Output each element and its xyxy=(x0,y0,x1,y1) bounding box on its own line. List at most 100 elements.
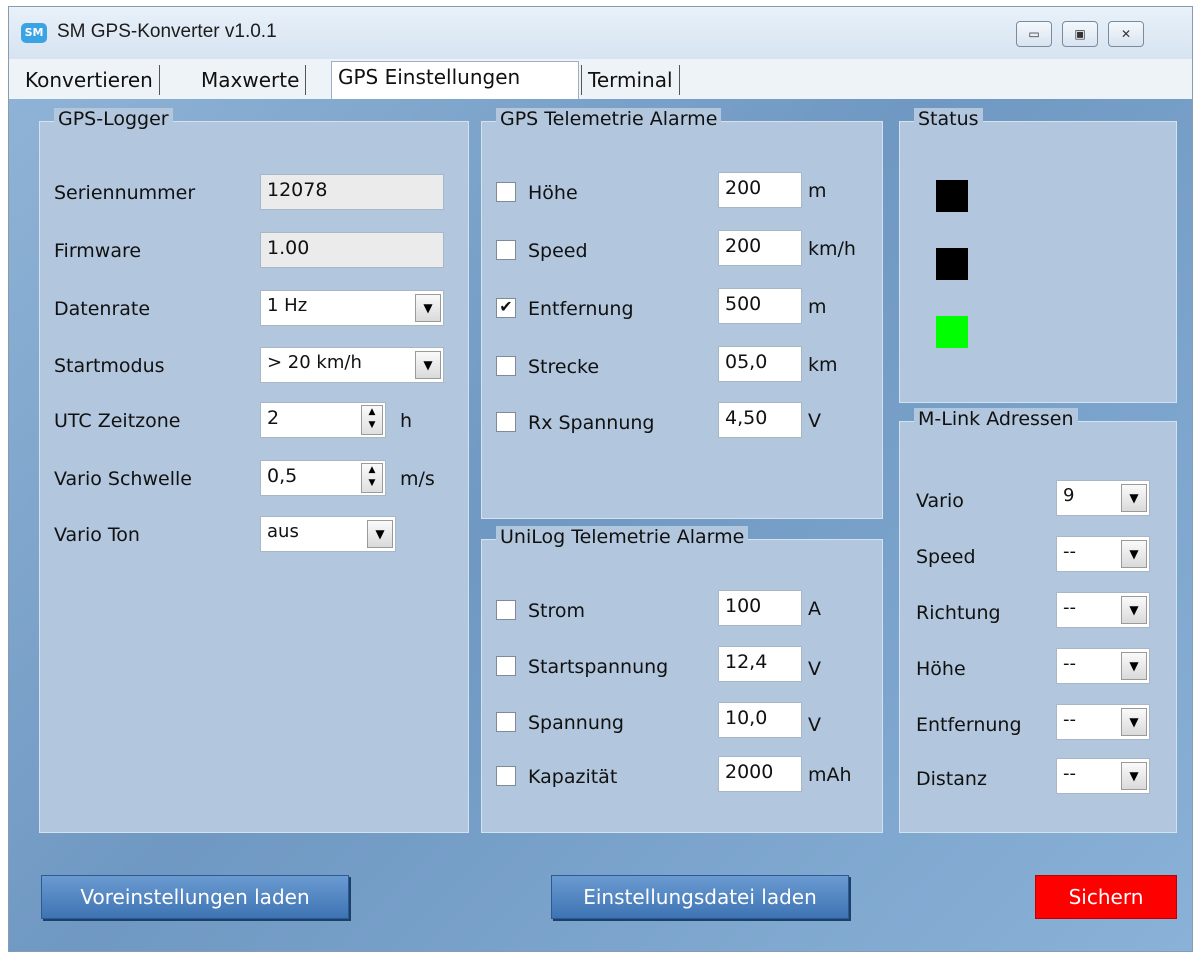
save-button[interactable]: Sichern xyxy=(1035,875,1177,919)
ton-value: aus xyxy=(267,521,299,542)
strom-input[interactable]: 100 xyxy=(718,590,802,626)
spannung-label: Spannung xyxy=(528,712,624,734)
gps-logger-title: GPS-Logger xyxy=(54,108,173,130)
hoehe-label: Höhe xyxy=(528,182,578,204)
startspannung-input[interactable]: 12,4 xyxy=(718,646,802,682)
mlink-vario-value: 9 xyxy=(1063,485,1075,506)
firmware-field: 1.00 xyxy=(260,232,444,268)
mlink-richtung-select[interactable]: -- ▼ xyxy=(1056,592,1150,628)
mlink-richtung-label: Richtung xyxy=(916,602,1001,624)
utc-label: UTC Zeitzone xyxy=(54,410,181,432)
entfernung-label: Entfernung xyxy=(528,298,634,320)
rx-spannung-input[interactable]: 4,50 xyxy=(718,402,802,438)
spinner-arrows-icon[interactable]: ▲ ▼ xyxy=(361,463,383,493)
mlink-speed-label: Speed xyxy=(916,546,976,568)
chevron-down-icon[interactable]: ▼ xyxy=(367,520,393,548)
entfernung-unit: m xyxy=(808,296,827,318)
spannung-checkbox[interactable] xyxy=(496,712,516,732)
spannung-input[interactable]: 10,0 xyxy=(718,702,802,738)
datenrate-label: Datenrate xyxy=(54,298,151,320)
minimize-button[interactable]: ▭ xyxy=(1016,21,1052,47)
tab-terminal[interactable]: Terminal xyxy=(581,65,680,95)
chevron-down-icon[interactable]: ▼ xyxy=(1121,596,1147,624)
chevron-down-icon[interactable]: ▼ xyxy=(1121,652,1147,680)
vario-stepper[interactable]: 0,5 ▲ ▼ xyxy=(260,460,386,496)
hoehe-checkbox[interactable] xyxy=(496,182,516,202)
maximize-button[interactable]: ▣ xyxy=(1062,21,1098,47)
startmodus-select[interactable]: > 20 km/h ▼ xyxy=(260,347,444,383)
firmware-label: Firmware xyxy=(54,240,142,262)
mlink-speed-value: -- xyxy=(1063,541,1076,562)
vario-value: 0,5 xyxy=(267,465,298,487)
gps-alarm-title: GPS Telemetrie Alarme xyxy=(496,108,722,130)
tab-konvertieren[interactable]: Konvertieren xyxy=(19,65,160,95)
mlink-entfernung-label: Entfernung xyxy=(916,714,1022,736)
gps-logger-group: GPS-Logger Seriennummer 12078 Firmware 1… xyxy=(39,108,469,833)
chevron-down-icon[interactable]: ▼ xyxy=(1121,484,1147,512)
entfernung-input[interactable]: 500 xyxy=(718,288,802,324)
rx-spannung-checkbox[interactable] xyxy=(496,412,516,432)
strecke-input[interactable]: 05,0 xyxy=(718,346,802,382)
ton-select[interactable]: aus ▼ xyxy=(260,516,396,552)
mlink-vario-select[interactable]: 9 ▼ xyxy=(1056,480,1150,516)
tab-maxwerte[interactable]: Maxwerte xyxy=(195,65,307,95)
mlink-distanz-select[interactable]: -- ▼ xyxy=(1056,758,1150,794)
vario-label: Vario Schwelle xyxy=(54,468,192,490)
status-indicator-3 xyxy=(936,316,968,348)
close-button[interactable]: ✕ xyxy=(1108,21,1144,47)
unilog-alarm-title: UniLog Telemetrie Alarme xyxy=(496,526,749,548)
hoehe-input[interactable]: 200 xyxy=(718,172,802,208)
chevron-down-icon[interactable]: ▼ xyxy=(1121,540,1147,568)
utc-stepper[interactable]: 2 ▲ ▼ xyxy=(260,402,386,438)
status-group: Status xyxy=(899,108,1177,403)
window-title: SM GPS-Konverter v1.0.1 xyxy=(57,21,277,42)
app-logo-icon: SM xyxy=(21,23,47,43)
strom-checkbox[interactable] xyxy=(496,600,516,620)
spannung-unit: V xyxy=(808,714,821,736)
mlink-entfernung-value: -- xyxy=(1063,709,1076,730)
datenrate-select[interactable]: 1 Hz ▼ xyxy=(260,290,444,326)
kapazitaet-unit: mAh xyxy=(808,764,852,786)
load-presets-button[interactable]: Voreinstellungen laden xyxy=(41,875,349,919)
mlink-hoehe-value: -- xyxy=(1063,653,1076,674)
mlink-title: M-Link Adressen xyxy=(914,408,1078,430)
kapazitaet-checkbox[interactable] xyxy=(496,766,516,786)
startspannung-checkbox[interactable] xyxy=(496,656,516,676)
speed-label: Speed xyxy=(528,240,588,262)
rx-spannung-unit: V xyxy=(808,410,821,432)
mlink-entfernung-select[interactable]: -- ▼ xyxy=(1056,704,1150,740)
chevron-down-icon[interactable]: ▼ xyxy=(415,294,441,322)
utc-value: 2 xyxy=(267,407,280,429)
entfernung-checkbox[interactable]: ✔ xyxy=(496,298,516,318)
chevron-down-icon[interactable]: ▼ xyxy=(1121,708,1147,736)
hoehe-unit: m xyxy=(808,180,827,202)
status-indicator-2 xyxy=(936,248,968,280)
startspannung-label: Startspannung xyxy=(528,656,669,678)
mlink-richtung-value: -- xyxy=(1063,597,1076,618)
rx-spannung-label: Rx Spannung xyxy=(528,412,655,434)
chevron-down-icon[interactable]: ▼ xyxy=(415,351,441,379)
startmodus-value: > 20 km/h xyxy=(267,352,362,373)
kapazitaet-input[interactable]: 2000 xyxy=(718,756,802,792)
status-indicator-1 xyxy=(936,180,968,212)
ton-label: Vario Ton xyxy=(54,524,140,546)
strom-label: Strom xyxy=(528,600,586,622)
kapazitaet-label: Kapazität xyxy=(528,766,618,788)
startspannung-unit: V xyxy=(808,658,821,680)
mlink-speed-select[interactable]: -- ▼ xyxy=(1056,536,1150,572)
chevron-down-icon[interactable]: ▼ xyxy=(1121,762,1147,790)
speed-unit: km/h xyxy=(808,238,856,260)
speed-checkbox[interactable] xyxy=(496,240,516,260)
tab-bar: Konvertieren Maxwerte GPS Einstellungen … xyxy=(9,59,1192,100)
mlink-hoehe-label: Höhe xyxy=(916,658,966,680)
load-settings-file-button[interactable]: Einstellungsdatei laden xyxy=(551,875,849,919)
utc-unit: h xyxy=(400,410,413,432)
speed-input[interactable]: 200 xyxy=(718,230,802,266)
mlink-hoehe-select[interactable]: -- ▼ xyxy=(1056,648,1150,684)
app-window: SM SM GPS-Konverter v1.0.1 ▭ ▣ ✕ Konvert… xyxy=(8,6,1193,952)
settings-panel: GPS-Logger Seriennummer 12078 Firmware 1… xyxy=(9,99,1192,951)
mlink-distanz-label: Distanz xyxy=(916,768,987,790)
strecke-checkbox[interactable] xyxy=(496,356,516,376)
spinner-arrows-icon[interactable]: ▲ ▼ xyxy=(361,405,383,435)
tab-gps-einstellungen[interactable]: GPS Einstellungen xyxy=(331,61,579,99)
